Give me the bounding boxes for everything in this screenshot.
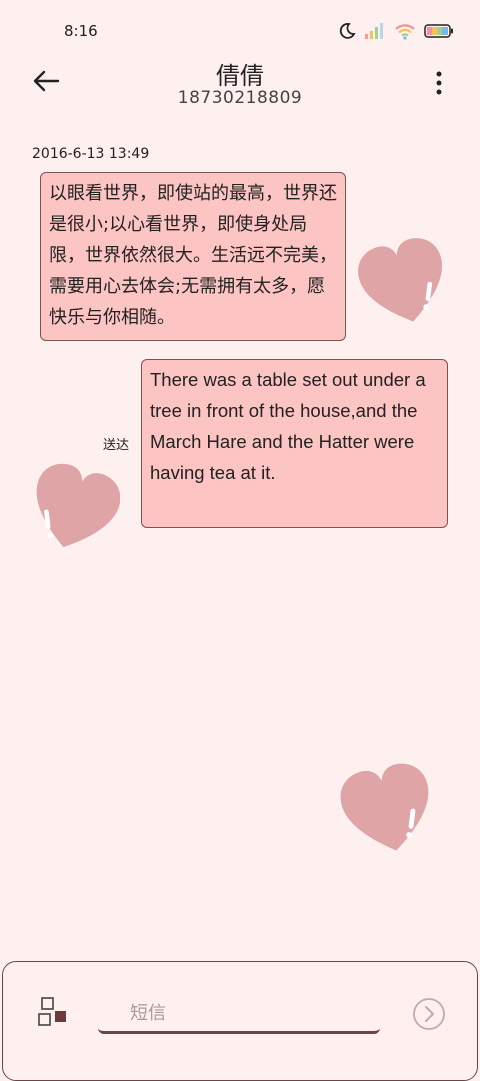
incoming-message-bubble[interactable]: 以眼看世界，即使站的最高，世界还是很小;以心看世界，即使身处局限，世界依然很大。…	[40, 172, 346, 341]
signal-icon	[364, 22, 386, 44]
battery-icon	[424, 23, 454, 43]
wifi-icon	[394, 22, 416, 44]
phone-number: 18730218809	[177, 88, 303, 108]
send-button[interactable]	[412, 997, 446, 1031]
heart-icon	[36, 463, 120, 548]
status-bar: 8:16	[0, 0, 480, 60]
sms-input[interactable]	[98, 996, 380, 1034]
delivery-status: 送达	[103, 438, 130, 453]
more-button[interactable]	[434, 70, 444, 96]
conversation-header: 倩倩 18730218809	[0, 56, 480, 116]
outgoing-message-bubble[interactable]: There was a table set out under a tree i…	[141, 359, 448, 528]
message-timestamp: 2016-6-13 13:49	[32, 146, 150, 162]
more-vertical-icon	[434, 71, 444, 100]
contact-name: 倩倩	[216, 62, 264, 90]
moon-icon	[338, 22, 356, 44]
status-icons	[338, 22, 454, 44]
attach-icon	[36, 997, 70, 1034]
message-text: There was a table set out under a tree i…	[150, 369, 426, 483]
heart-icon	[340, 763, 429, 851]
send-icon	[412, 998, 446, 1035]
message-text: 以眼看世界，即使站的最高，世界还是很小;以心看世界，即使身处局限，世界依然很大。…	[49, 183, 337, 328]
status-time: 8:16	[64, 22, 98, 40]
attach-button[interactable]	[36, 994, 70, 1030]
heart-icon	[358, 238, 442, 322]
